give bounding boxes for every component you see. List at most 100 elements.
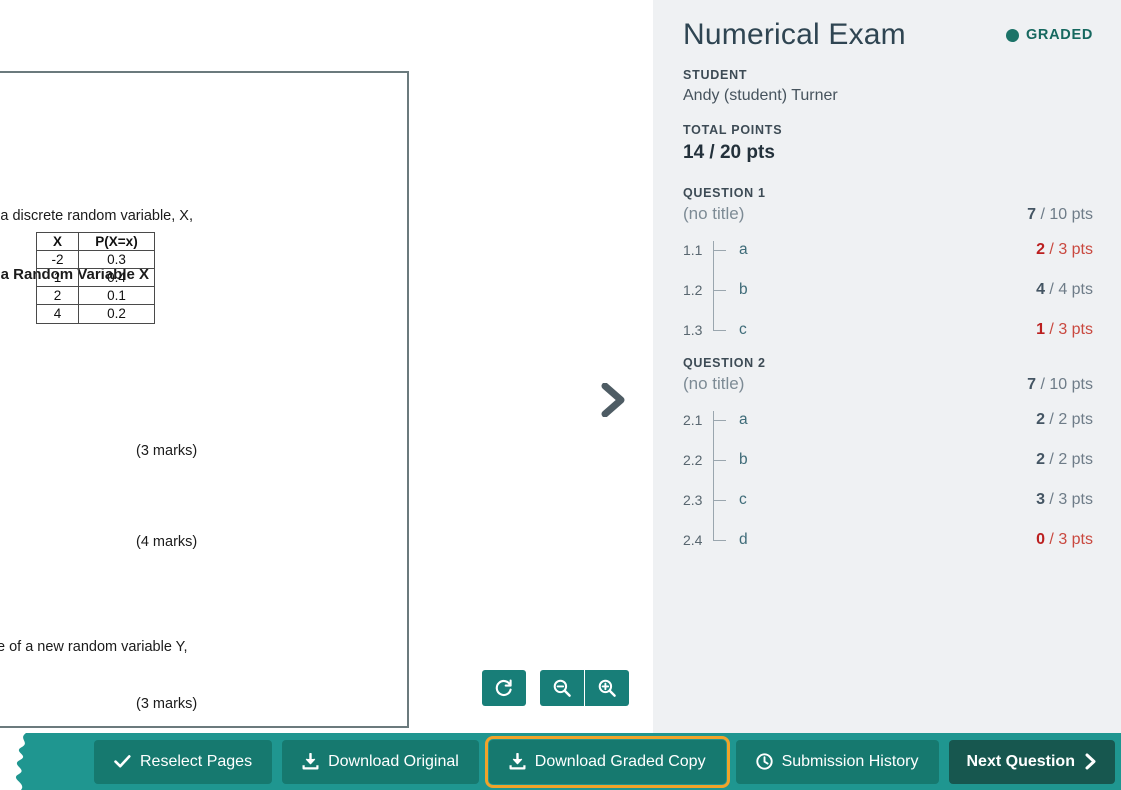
- question-block: QUESTION 1 (no title) 7 / 10 pts 1.1 a2 / 3 …: [683, 186, 1093, 350]
- check-icon: [114, 754, 131, 769]
- sub-question-row[interactable]: 2.3 c3 / 3 pts: [683, 480, 1093, 520]
- sub-question-row[interactable]: 2.1a2 / 2 pts: [683, 400, 1093, 440]
- reselect-pages-button[interactable]: Reselect Pages: [94, 740, 272, 784]
- sub-question-title: c: [735, 321, 1036, 339]
- sub-question-number: 2.1: [683, 412, 709, 428]
- sub-question-points: 4 / 4 pts: [1036, 281, 1093, 299]
- sub-question-row[interactable]: 1.2 b4 / 4 pts: [683, 270, 1093, 310]
- question-points: 7 / 10 pts: [1027, 376, 1093, 394]
- download-icon: [509, 753, 526, 770]
- sub-question-number: 1.1: [683, 242, 709, 258]
- document-text-line: (3 marks): [136, 696, 197, 712]
- table-row: 40.2: [37, 305, 155, 323]
- sub-question-points: 0 / 3 pts: [1036, 531, 1093, 549]
- question-row[interactable]: (no title) 7 / 10 pts: [683, 374, 1093, 394]
- question-title: (no title): [683, 374, 744, 394]
- table-header-px: P(X=x): [79, 233, 155, 251]
- table-cell: 2: [37, 287, 79, 305]
- sub-question-row[interactable]: 1.3 c1 / 3 pts: [683, 310, 1093, 350]
- tree-connector: [709, 230, 735, 270]
- download-graded-copy-label: Download Graded Copy: [535, 753, 706, 771]
- document-text-line: ᴜе and variance of a new random variable…: [0, 639, 188, 655]
- table-cell: 0.1: [79, 287, 155, 305]
- sub-question-list: 2.1a2 / 2 pts2.2b2 / 2 pts2.3c3 / 3 pts2…: [683, 400, 1093, 560]
- exam-page-sheet: ᴠ distribution for a discrete random var…: [0, 71, 409, 728]
- zoom-button-group: [540, 670, 629, 706]
- sub-question-number: 1.2: [683, 282, 709, 298]
- sub-question-title: b: [735, 281, 1036, 299]
- document-text-line: (4 marks): [136, 534, 197, 550]
- reselect-pages-label: Reselect Pages: [140, 753, 252, 771]
- table-header-row: X P(X=x): [37, 233, 155, 251]
- document-text-line: ᴠ distribution for a discrete random var…: [0, 208, 193, 224]
- student-name: Andy (student) Turner: [683, 87, 1093, 105]
- question-row[interactable]: (no title) 7 / 10 pts: [683, 204, 1093, 224]
- status-badge: GRADED: [1006, 27, 1093, 43]
- rotate-cw-icon: [494, 678, 514, 698]
- next-page-button[interactable]: [592, 378, 636, 422]
- rotate-button[interactable]: [482, 670, 526, 706]
- sub-question-title: b: [735, 451, 1036, 469]
- bottom-toolbar: Reselect Pages Download Original: [0, 733, 1121, 790]
- questions-list: QUESTION 1(no title)7 / 10 pts1.1a2 / 3 …: [683, 186, 1093, 560]
- question-title: (no title): [683, 204, 744, 224]
- document-text-line: (3 marks): [136, 443, 197, 459]
- next-question-label: Next Question: [967, 753, 1075, 771]
- next-question-button[interactable]: Next Question: [949, 740, 1115, 784]
- zoom-out-button[interactable]: [540, 670, 584, 706]
- table-cell: 0.3: [79, 251, 155, 269]
- question-label: QUESTION 2: [683, 356, 1093, 370]
- sub-question-number: 2.3: [683, 492, 709, 508]
- sub-question-row[interactable]: 2.2 b2 / 2 pts: [683, 440, 1093, 480]
- chevron-right-icon: [1084, 753, 1097, 770]
- sub-question-points: 2 / 3 pts: [1036, 241, 1093, 259]
- tree-connector: [709, 480, 735, 520]
- total-points-value: 14 / 20 pts: [683, 142, 1093, 164]
- table-cell: 0.4: [79, 269, 155, 287]
- download-original-button[interactable]: Download Original: [282, 740, 479, 784]
- probability-distribution-table: X P(X=x) -20.310.420.140.2: [36, 232, 155, 324]
- question-points: 7 / 10 pts: [1027, 206, 1093, 224]
- sub-question-row[interactable]: 2.4 d0 / 3 pts: [683, 520, 1093, 560]
- chevron-right-icon: [600, 383, 628, 417]
- status-dot-icon: [1006, 29, 1019, 42]
- page-title: Numerical Exam: [683, 18, 906, 52]
- grading-sidebar: Numerical Exam GRADED STUDENT Andy (stud…: [653, 0, 1121, 733]
- sub-question-row[interactable]: 1.1 a2 / 3 pts: [683, 230, 1093, 270]
- sub-question-title: d: [735, 531, 1036, 549]
- tree-connector: [709, 270, 735, 310]
- tree-connector: [709, 440, 735, 480]
- sub-question-title: c: [735, 491, 1036, 509]
- table-cell: 0.2: [79, 305, 155, 323]
- grading-app: ᴠ distribution for a discrete random var…: [0, 0, 1121, 790]
- magnifier-minus-icon: [552, 678, 572, 698]
- zoom-in-button[interactable]: [585, 670, 629, 706]
- table-row: 10.4: [37, 269, 155, 287]
- table-cell: -2: [37, 251, 79, 269]
- download-graded-copy-button[interactable]: Download Graded Copy: [489, 740, 726, 784]
- sub-question-number: 2.4: [683, 532, 709, 548]
- submission-history-button[interactable]: Submission History: [736, 740, 939, 784]
- sub-question-points: 1 / 3 pts: [1036, 321, 1093, 339]
- status-badge-label: GRADED: [1026, 27, 1093, 43]
- document-viewer[interactable]: ᴠ distribution for a discrete random var…: [0, 0, 653, 790]
- sub-question-points: 2 / 2 pts: [1036, 451, 1093, 469]
- panel-header: Numerical Exam GRADED: [683, 18, 1093, 52]
- sub-question-title: a: [735, 241, 1036, 259]
- sub-question-number: 1.3: [683, 322, 709, 338]
- tree-connector: [709, 400, 735, 440]
- sub-question-points: 3 / 3 pts: [1036, 491, 1093, 509]
- tree-connector: [709, 310, 735, 350]
- sub-question-number: 2.2: [683, 452, 709, 468]
- table-header-x: X: [37, 233, 79, 251]
- toolbar-buttons: Reselect Pages Download Original: [0, 733, 1121, 790]
- sub-question-title: a: [735, 411, 1036, 429]
- table-cell: 4: [37, 305, 79, 323]
- viewer-controls: [482, 670, 629, 706]
- sub-question-list: 1.1 a2 / 3 pts 1.2 b4 / 4 pts 1.3 c1 / 3 pts: [683, 230, 1093, 350]
- table-row: 20.1: [37, 287, 155, 305]
- table-cell: 1: [37, 269, 79, 287]
- question-label: QUESTION 1: [683, 186, 1093, 200]
- total-points-label: TOTAL POINTS: [683, 123, 1093, 137]
- download-icon: [302, 753, 319, 770]
